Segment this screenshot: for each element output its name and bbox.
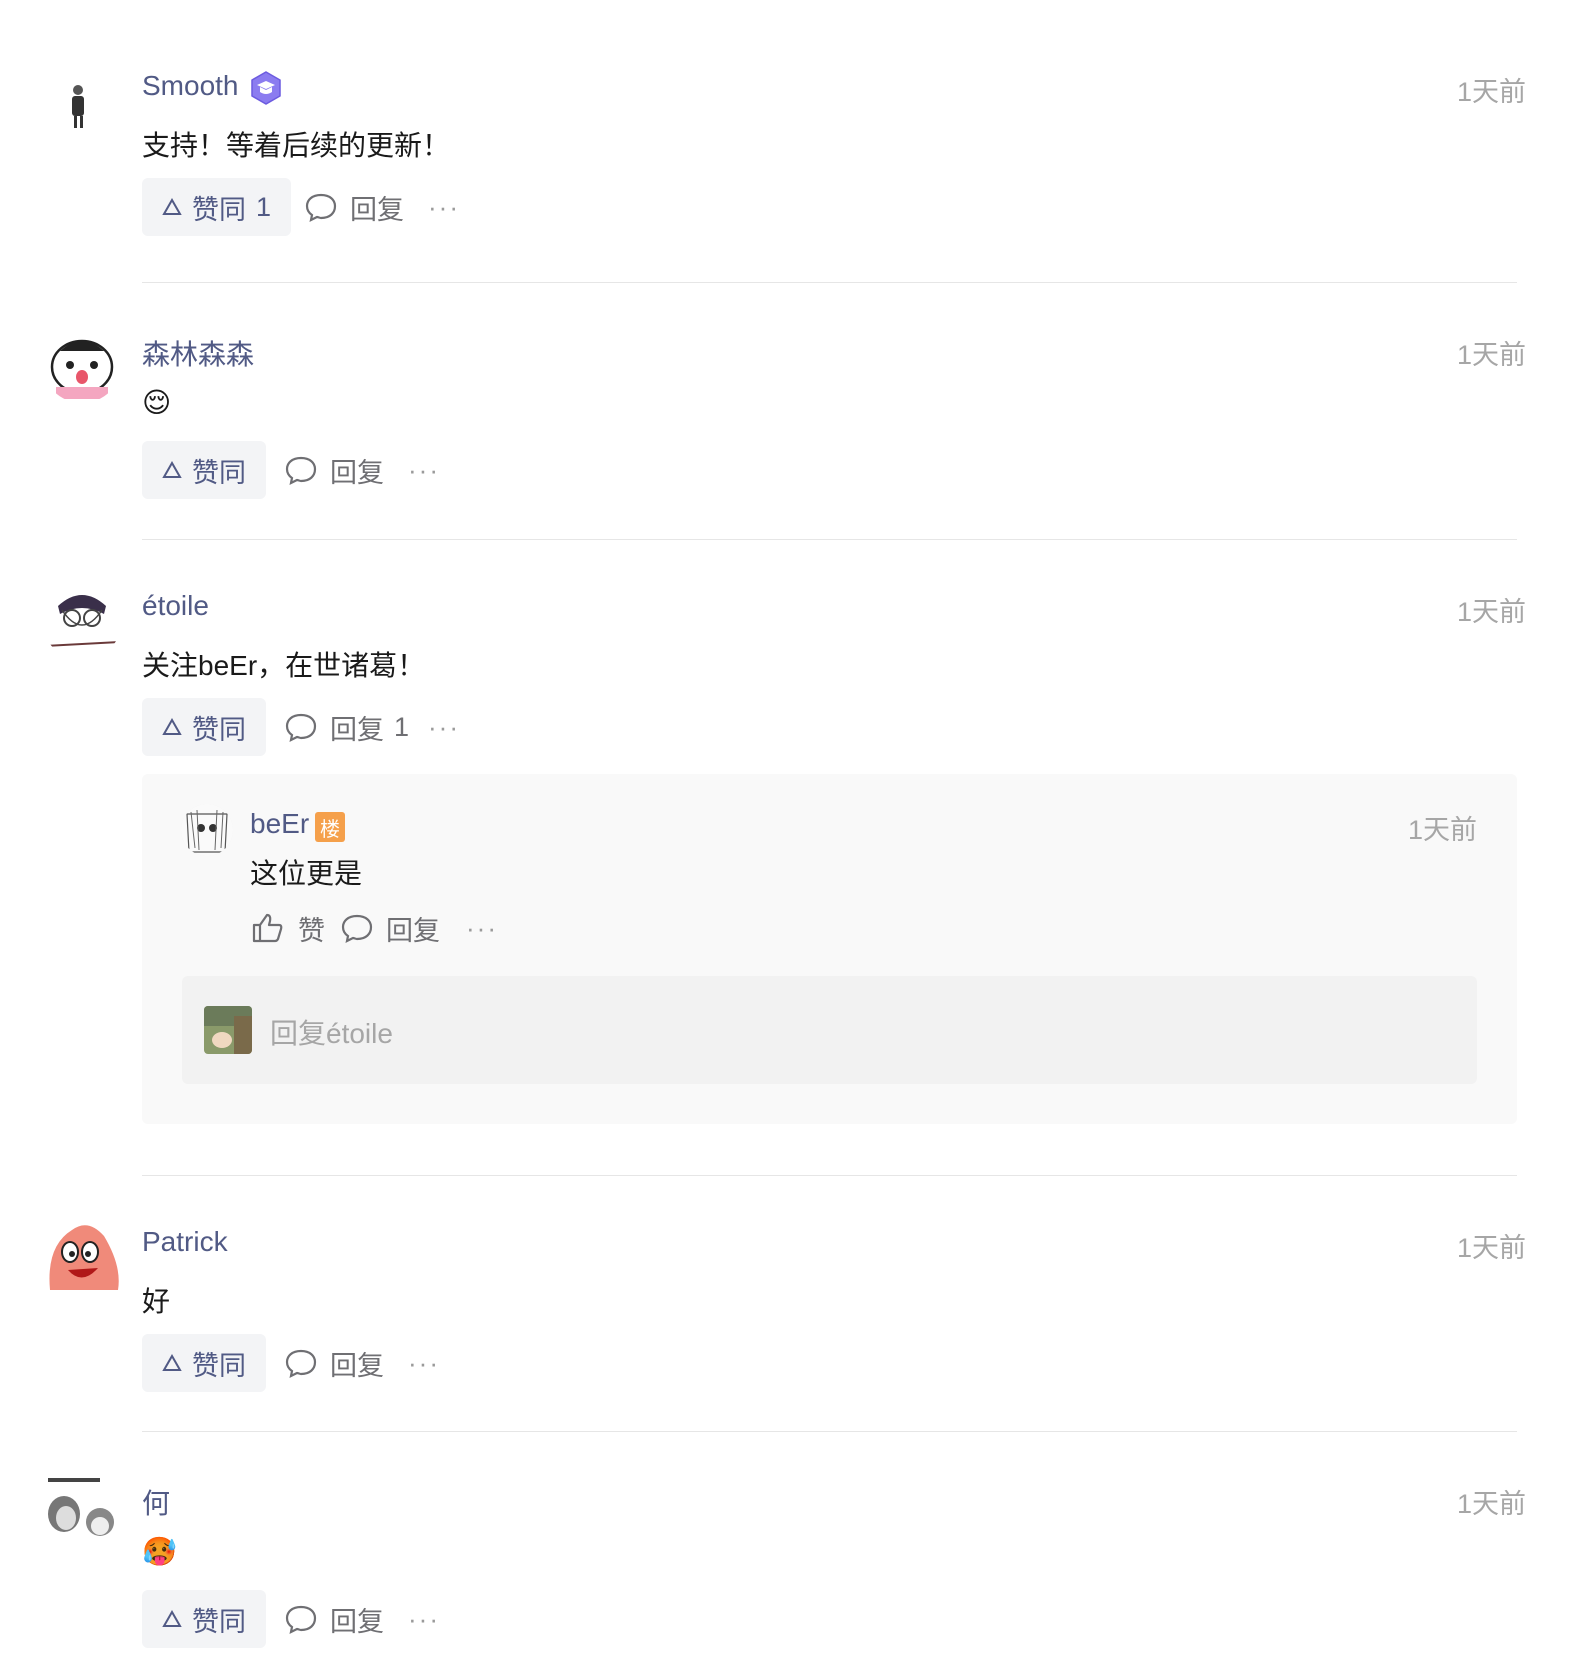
comment-text: 🥵 xyxy=(142,1536,177,1568)
upvote-label: 赞同 xyxy=(192,457,246,488)
upvote-button[interactable]: 赞同 1 xyxy=(142,178,292,236)
comment-bubble-icon xyxy=(341,914,373,943)
emoji: 😌 xyxy=(142,387,172,418)
reply-count: 1 xyxy=(394,711,410,742)
reply-button[interactable]: 回复 xyxy=(284,1590,384,1648)
avatar[interactable] xyxy=(42,1216,122,1296)
username[interactable]: 何 xyxy=(142,1482,170,1522)
thumbs-up-icon xyxy=(252,913,283,943)
more-options-button[interactable]: ··· xyxy=(404,1334,444,1392)
timestamp: 1天前 xyxy=(1456,77,1526,107)
comment-bubble-icon xyxy=(285,1349,317,1378)
avatar[interactable] xyxy=(42,323,122,403)
more-dots-icon: ··· xyxy=(466,912,498,943)
upvote-triangle-icon xyxy=(162,461,182,478)
divider xyxy=(142,1431,1517,1432)
comment-actions: 赞同 回复 ··· xyxy=(142,1334,842,1392)
avatar[interactable] xyxy=(42,60,122,140)
comment-actions: 赞同 回复 ··· xyxy=(142,1590,842,1648)
comment-bubble-icon xyxy=(285,713,317,742)
reply-label: 回复 xyxy=(330,1606,384,1637)
username[interactable]: étoile xyxy=(142,590,209,622)
username[interactable]: Smooth xyxy=(142,70,239,102)
reply-input[interactable]: 回复étoile xyxy=(182,976,1477,1084)
more-options-button[interactable]: ··· xyxy=(404,441,444,499)
upvote-button[interactable]: 赞同 xyxy=(142,698,266,756)
comment-bubble-icon xyxy=(285,1605,317,1634)
upvote-triangle-icon xyxy=(162,1610,182,1627)
divider xyxy=(142,1175,1517,1176)
floor-owner-badge: 楼 xyxy=(315,812,345,842)
more-dots-icon: ··· xyxy=(408,1603,440,1634)
upvote-triangle-icon xyxy=(162,1354,182,1371)
upvote-count: 1 xyxy=(256,191,272,222)
more-options-button[interactable]: ··· xyxy=(404,1590,444,1648)
nested-reply-panel: beEr 楼 1天前 这位更是 赞 回复 ··· 回复étoile xyxy=(142,774,1517,1124)
edu-badge-icon xyxy=(251,71,281,105)
upvote-label: 赞同 xyxy=(192,194,246,225)
upvote-button[interactable]: 赞同 xyxy=(142,1590,266,1648)
avatar[interactable] xyxy=(42,580,122,660)
timestamp: 1天前 xyxy=(1456,1233,1526,1263)
timestamp: 1天前 xyxy=(1456,340,1526,370)
reply-button[interactable]: 回复 xyxy=(284,1334,384,1392)
comment-bubble-icon xyxy=(305,193,337,222)
more-dots-icon: ··· xyxy=(428,191,460,222)
username[interactable]: 森林森森 xyxy=(142,333,254,373)
reply-label: 回复 xyxy=(350,194,404,225)
more-dots-icon: ··· xyxy=(408,454,440,485)
avatar[interactable] xyxy=(42,1472,122,1552)
comment-text: 支持！等着后续的更新！ xyxy=(142,130,451,161)
upvote-triangle-icon xyxy=(162,718,182,735)
comment-text: 好 xyxy=(142,1286,171,1317)
reply-label: 回复 xyxy=(330,714,384,745)
emoji: 🥵 xyxy=(142,1536,177,1567)
comment-actions: 赞同 回复 ··· xyxy=(142,441,842,499)
reply-text: 这位更是 xyxy=(250,858,363,889)
comment-text: 😌 xyxy=(142,387,171,419)
reply-label: 回复 xyxy=(330,1350,384,1381)
more-dots-icon: ··· xyxy=(428,711,460,742)
timestamp: 1天前 xyxy=(1456,1489,1526,1519)
like-button[interactable]: 赞 xyxy=(250,902,325,954)
divider xyxy=(142,539,1517,540)
comment-actions: 赞同 1 回复 ··· xyxy=(142,178,842,236)
current-user-avatar xyxy=(204,1006,252,1054)
upvote-triangle-icon xyxy=(162,198,182,215)
upvote-label: 赞同 xyxy=(192,714,246,745)
upvote-label: 赞同 xyxy=(192,1350,246,1381)
reply-actions: 赞 回复 ··· xyxy=(250,902,750,954)
upvote-button[interactable]: 赞同 xyxy=(142,441,266,499)
timestamp: 1天前 xyxy=(1456,597,1526,627)
username[interactable]: Patrick xyxy=(142,1226,228,1258)
divider xyxy=(142,282,1517,283)
more-options-button[interactable]: ··· xyxy=(424,698,464,756)
more-dots-icon: ··· xyxy=(408,1347,440,1378)
reply-input-placeholder: 回复étoile xyxy=(270,1018,393,1049)
avatar[interactable] xyxy=(181,804,233,856)
upvote-button[interactable]: 赞同 xyxy=(142,1334,266,1392)
username[interactable]: beEr xyxy=(250,808,309,840)
reply-label: 回复 xyxy=(330,457,384,488)
reply-button[interactable]: 回复 xyxy=(284,441,384,499)
more-options-button[interactable]: ··· xyxy=(424,178,464,236)
upvote-label: 赞同 xyxy=(192,1606,246,1637)
comment-text: 关注beEr，在世诸葛！ xyxy=(142,650,426,681)
reply-label: 回复 xyxy=(386,915,440,946)
comment-actions: 赞同 回复 1 ··· xyxy=(142,698,842,756)
like-label: 赞 xyxy=(298,915,325,946)
reply-button[interactable]: 回复 1 xyxy=(284,698,409,756)
comment-bubble-icon xyxy=(285,456,317,485)
reply-button[interactable]: 回复 xyxy=(304,178,404,236)
more-options-button[interactable]: ··· xyxy=(462,902,502,954)
reply-button[interactable]: 回复 xyxy=(340,902,440,954)
timestamp: 1天前 xyxy=(1407,815,1477,845)
